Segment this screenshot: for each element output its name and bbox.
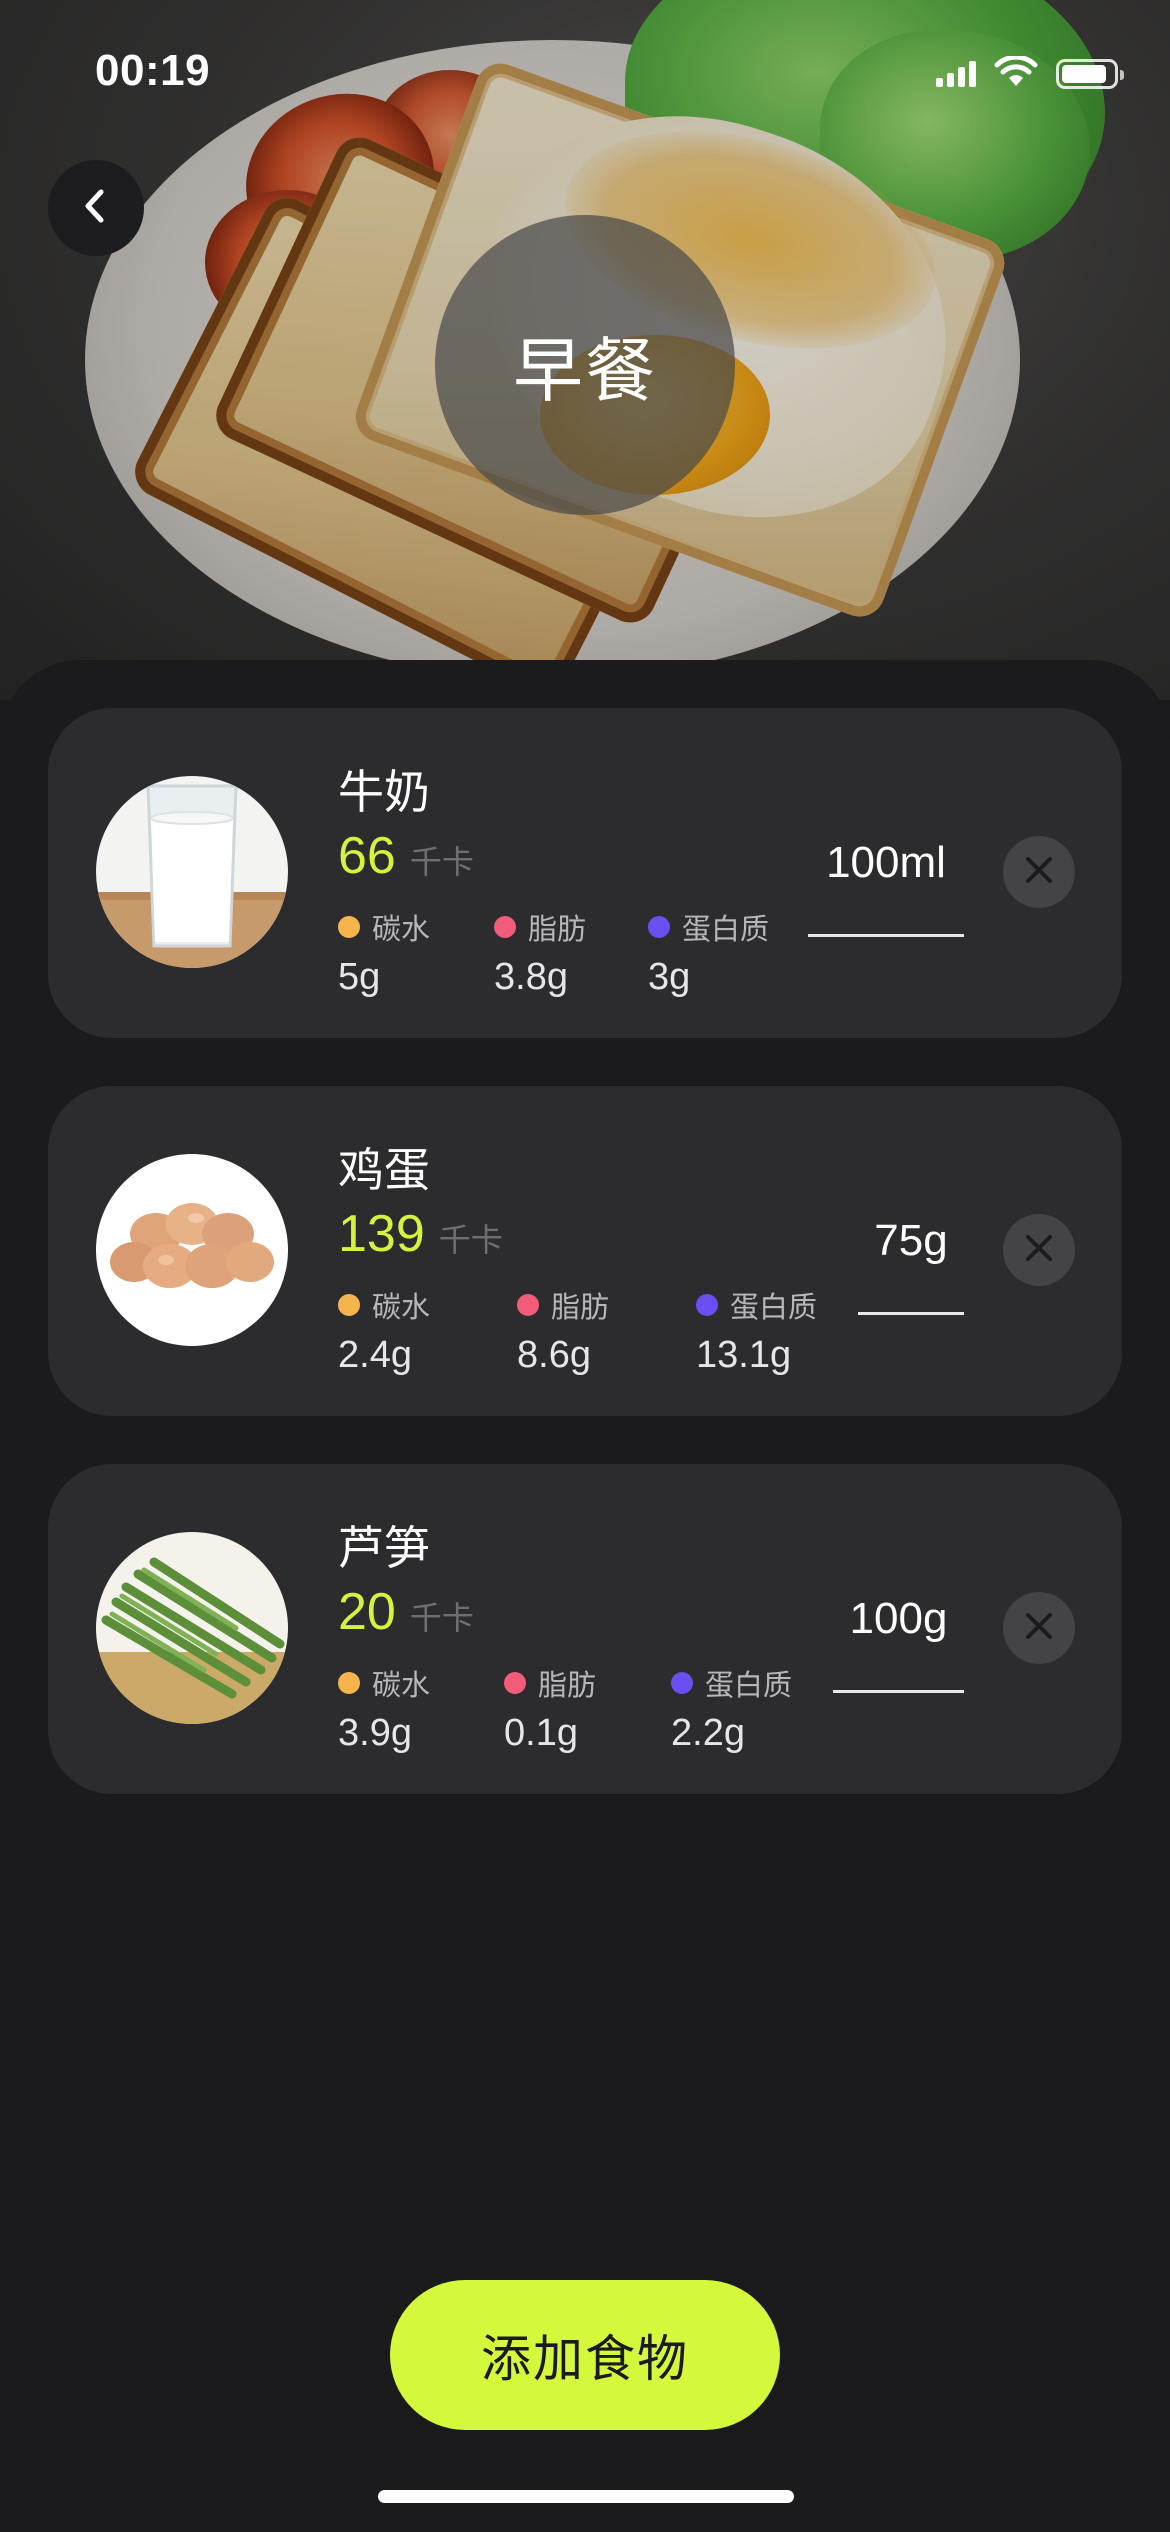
fat-dot-icon — [494, 916, 516, 938]
nutrients: 碳水 5g 脂肪 3.8g 蛋白质 3g — [338, 906, 798, 999]
nutrient-label: 碳水 — [372, 1668, 431, 1702]
nutrients: 碳水 3.9g 脂肪 0.1g 蛋白质 2.2g — [338, 1662, 821, 1755]
nutrient-label: 碳水 — [372, 912, 431, 946]
fat-dot-icon — [504, 1672, 526, 1694]
food-card-eggs[interactable]: 鸡蛋 139 千卡 碳水 2.4g 脂肪 8.6g 蛋白质 13.1g 75g — [48, 1086, 1122, 1416]
amount-input[interactable]: 100g — [833, 1594, 964, 1644]
amount-input[interactable]: 75g — [858, 1216, 964, 1266]
carbs-dot-icon — [338, 916, 360, 938]
battery-icon — [1056, 59, 1124, 89]
remove-food-button[interactable] — [1003, 1592, 1075, 1664]
nutrient-fat: 脂肪 0.1g — [504, 1662, 671, 1755]
fat-dot-icon — [517, 1294, 539, 1316]
kcal-value: 66 — [338, 827, 396, 885]
nutrient-carbs: 碳水 5g — [338, 906, 494, 999]
screen: 00:19 早餐 牛奶 66 千卡 碳水 5g 脂肪 3.8g 蛋白质 3g 1… — [0, 0, 1170, 2532]
close-icon — [1022, 853, 1056, 891]
amount-input[interactable]: 100ml — [808, 838, 964, 888]
nutrient-value: 0.1g — [504, 1712, 578, 1754]
nutrient-value: 3.9g — [338, 1712, 412, 1754]
nutrients: 碳水 2.4g 脂肪 8.6g 蛋白质 13.1g — [338, 1284, 846, 1377]
add-food-button[interactable]: 添加食物 — [390, 2280, 780, 2430]
calories: 20 千卡 — [338, 1582, 474, 1642]
milk-image — [96, 776, 288, 968]
amount-underline — [858, 1312, 964, 1315]
wifi-icon — [994, 54, 1038, 92]
nutrient-fat: 脂肪 8.6g — [517, 1284, 696, 1377]
protein-dot-icon — [671, 1672, 693, 1694]
nutrient-fat: 脂肪 3.8g — [494, 906, 648, 999]
nutrient-carbs: 碳水 3.9g — [338, 1662, 504, 1755]
chevron-left-icon — [76, 186, 116, 230]
meal-title: 早餐 — [513, 329, 657, 412]
kcal-value: 139 — [338, 1205, 425, 1263]
nutrient-value: 5g — [338, 956, 381, 998]
carbs-dot-icon — [338, 1672, 360, 1694]
eggs-image — [96, 1154, 288, 1346]
nutrient-label: 脂肪 — [538, 1668, 597, 1702]
asparagus-image — [96, 1532, 288, 1724]
kcal-unit: 千卡 — [409, 1599, 474, 1637]
nutrient-value: 3g — [648, 956, 691, 998]
nutrient-label: 脂肪 — [551, 1290, 610, 1324]
meal-title-badge: 早餐 — [435, 215, 735, 515]
carbs-dot-icon — [338, 1294, 360, 1316]
status-icons — [936, 54, 1124, 92]
amount-underline — [833, 1690, 964, 1693]
back-button[interactable] — [48, 160, 144, 256]
protein-dot-icon — [648, 916, 670, 938]
signal-icon — [936, 61, 976, 87]
nutrient-value: 13.1g — [696, 1334, 792, 1376]
nutrient-label: 蛋白质 — [730, 1290, 818, 1324]
calories: 66 千卡 — [338, 826, 474, 886]
kcal-unit: 千卡 — [438, 1221, 503, 1259]
food-card-asparagus[interactable]: 芦笋 20 千卡 碳水 3.9g 脂肪 0.1g 蛋白质 2.2g 100g — [48, 1464, 1122, 1794]
nutrient-value: 3.8g — [494, 956, 568, 998]
home-indicator[interactable] — [378, 2490, 794, 2503]
nutrient-label: 脂肪 — [528, 912, 587, 946]
food-name: 牛奶 — [338, 765, 430, 819]
kcal-value: 20 — [338, 1583, 396, 1641]
kcal-unit: 千卡 — [409, 843, 474, 881]
nutrient-protein: 蛋白质 2.2g — [671, 1662, 821, 1755]
close-icon — [1022, 1609, 1056, 1647]
amount-underline — [808, 934, 964, 937]
nutrient-label: 碳水 — [372, 1290, 431, 1324]
nutrient-value: 2.4g — [338, 1334, 412, 1376]
nutrient-value: 8.6g — [517, 1334, 591, 1376]
nutrient-carbs: 碳水 2.4g — [338, 1284, 517, 1377]
food-list-sheet: 牛奶 66 千卡 碳水 5g 脂肪 3.8g 蛋白质 3g 100ml 鸡蛋 1… — [0, 660, 1170, 2532]
calories: 139 千卡 — [338, 1204, 503, 1264]
nutrient-protein: 蛋白质 13.1g — [696, 1284, 846, 1377]
nutrient-label: 蛋白质 — [682, 912, 770, 946]
remove-food-button[interactable] — [1003, 1214, 1075, 1286]
food-card-milk[interactable]: 牛奶 66 千卡 碳水 5g 脂肪 3.8g 蛋白质 3g 100ml — [48, 708, 1122, 1038]
nutrient-label: 蛋白质 — [705, 1668, 793, 1702]
nutrient-value: 2.2g — [671, 1712, 745, 1754]
protein-dot-icon — [696, 1294, 718, 1316]
food-name: 鸡蛋 — [338, 1143, 430, 1197]
food-name: 芦笋 — [338, 1521, 430, 1575]
nutrient-protein: 蛋白质 3g — [648, 906, 798, 999]
remove-food-button[interactable] — [1003, 836, 1075, 908]
close-icon — [1022, 1231, 1056, 1269]
status-time: 00:19 — [95, 46, 211, 95]
